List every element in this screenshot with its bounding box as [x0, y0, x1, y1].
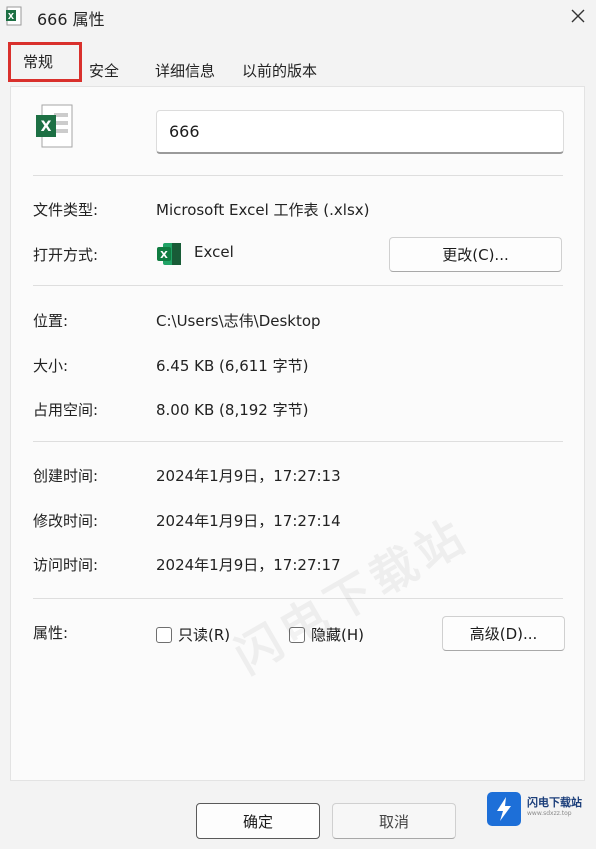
tab-previous-versions[interactable]: 以前的版本 — [242, 60, 317, 81]
opens-with-value: Excel — [194, 243, 234, 261]
svg-text:X: X — [41, 119, 52, 135]
tab-strip: 常规 安全 详细信息 以前的版本 — [0, 42, 596, 86]
close-icon — [571, 9, 585, 23]
file-name-input[interactable] — [156, 110, 564, 154]
attributes-label: 属性: — [33, 624, 69, 642]
size-label: 大小: — [33, 357, 69, 375]
advanced-button[interactable]: 高级(D)... — [442, 616, 565, 651]
created-label: 创建时间: — [33, 467, 99, 485]
excel-file-icon: X — [6, 6, 22, 26]
site-logo: 闪电下载站 www.sdxzz.top — [487, 792, 587, 826]
accessed-value: 2024年1月9日，17:27:17 — [156, 556, 341, 574]
divider — [33, 175, 563, 176]
location-label: 位置: — [33, 312, 69, 330]
checkbox-box[interactable] — [156, 626, 172, 643]
file-type-label: 文件类型: — [33, 201, 99, 219]
created-value: 2024年1月9日，17:27:13 — [156, 467, 341, 485]
accessed-label: 访问时间: — [33, 556, 99, 574]
tab-details[interactable]: 详细信息 — [155, 60, 215, 81]
size-value: 6.45 KB (6,611 字节) — [156, 357, 309, 375]
size-on-disk-label: 占用空间: — [33, 401, 99, 419]
window-title: 666 属性 — [37, 10, 105, 29]
modified-label: 修改时间: — [33, 512, 99, 530]
excel-app-icon: X — [157, 243, 181, 265]
svg-text:X: X — [160, 250, 168, 261]
ok-button[interactable]: 确定 — [196, 803, 320, 839]
title-bar: X 666 属性 — [0, 0, 596, 34]
divider — [33, 441, 563, 442]
lightning-icon — [497, 797, 511, 821]
excel-document-icon: X — [36, 104, 73, 148]
tab-general[interactable]: 常规 — [8, 42, 82, 82]
logo-name: 闪电下载站 — [527, 796, 582, 809]
size-on-disk-value: 8.00 KB (8,192 字节) — [156, 401, 309, 419]
logo-mark — [487, 792, 521, 826]
logo-url: www.sdxzz.top — [527, 810, 572, 817]
cancel-button[interactable]: 取消 — [332, 803, 456, 839]
tab-security[interactable]: 安全 — [89, 60, 119, 81]
general-panel — [10, 86, 585, 781]
modified-value: 2024年1月9日，17:27:14 — [156, 512, 341, 530]
divider — [33, 285, 563, 286]
change-button[interactable]: 更改(C)... — [389, 237, 562, 272]
readonly-checkbox[interactable]: 只读(R) — [156, 624, 230, 645]
close-button[interactable] — [560, 0, 596, 32]
opens-with-label: 打开方式: — [33, 246, 99, 264]
svg-text:X: X — [8, 12, 15, 21]
location-value: C:\Users\志伟\Desktop — [156, 312, 321, 330]
file-type-value: Microsoft Excel 工作表 (.xlsx) — [156, 201, 370, 219]
